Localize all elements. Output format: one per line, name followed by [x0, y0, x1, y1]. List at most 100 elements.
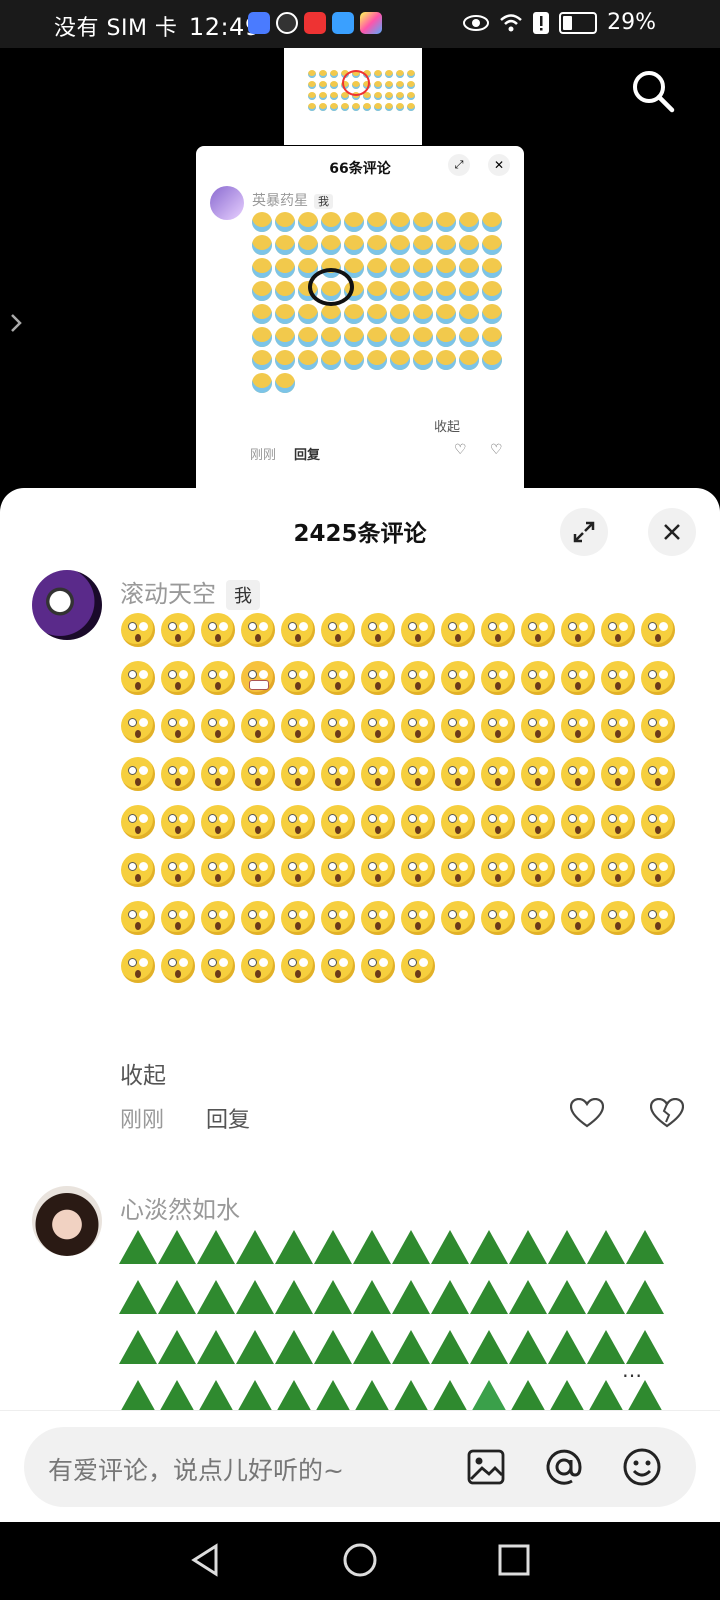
popup-emoji-grid [250, 210, 512, 394]
mention-button[interactable] [542, 1445, 586, 1489]
emoji [366, 257, 387, 278]
emoji [481, 280, 502, 301]
reply-button[interactable]: 回复 [206, 1102, 250, 1134]
emoji [235, 1280, 274, 1314]
back-icon[interactable] [188, 1542, 224, 1578]
emoji [430, 1230, 469, 1264]
emoji [329, 102, 338, 111]
emoji [321, 757, 355, 791]
emoji [307, 80, 316, 89]
emoji [547, 1330, 586, 1364]
comment-username[interactable]: 滚动天空 [120, 580, 216, 608]
music-app-icon [248, 12, 270, 34]
emoji [389, 303, 410, 324]
emoji [297, 303, 318, 324]
emoji [601, 757, 635, 791]
emoji [321, 661, 355, 695]
emoji [161, 661, 195, 695]
emoji [395, 91, 404, 100]
avatar[interactable] [32, 1186, 102, 1256]
emoji [561, 613, 595, 647]
emoji [241, 853, 275, 887]
emoji [508, 1230, 547, 1264]
video-thumbnail-card [284, 48, 422, 145]
comment-username[interactable]: 心淡然如水 [120, 1196, 240, 1224]
at-icon [546, 1449, 582, 1485]
emoji [118, 1330, 157, 1364]
search-icon[interactable] [630, 68, 676, 114]
like-icon[interactable] [570, 1098, 604, 1128]
emoji [157, 1280, 196, 1314]
emoji [251, 280, 272, 301]
popup-time: 刚刚 [250, 448, 277, 463]
emoji [196, 1380, 235, 1412]
emoji [601, 613, 635, 647]
emoji [274, 1230, 313, 1264]
emoji-button[interactable] [620, 1445, 664, 1489]
avatar[interactable] [32, 570, 102, 640]
emoji [251, 303, 272, 324]
emoji [297, 326, 318, 347]
image-button[interactable] [464, 1445, 508, 1489]
emoji [241, 613, 275, 647]
emoji [274, 349, 295, 370]
emoji [361, 613, 395, 647]
emoji [586, 1230, 625, 1264]
emoji [412, 257, 433, 278]
emoji [430, 1280, 469, 1314]
emoji [458, 303, 479, 324]
emoji [395, 80, 404, 89]
popup-reply: 回复 [294, 448, 321, 463]
video-area[interactable]: 66条评论 ⤢ ✕ 英暴药星我 收起 刚刚 回复 ♡ ♡ [0, 48, 720, 488]
dislike-icon[interactable] [650, 1098, 684, 1128]
emoji [401, 757, 435, 791]
emoji [430, 1380, 469, 1412]
popup-username: 英暴药星我 [252, 190, 333, 210]
emoji [521, 901, 555, 935]
emoji [435, 326, 456, 347]
emoji [547, 1230, 586, 1264]
recents-icon[interactable] [496, 1542, 532, 1578]
comment-item: 心淡然如水 … [32, 1186, 692, 1412]
home-icon[interactable] [342, 1542, 378, 1578]
popup-expand-icon: ⤢ [448, 154, 470, 176]
emoji [281, 661, 315, 695]
emoji [401, 901, 435, 935]
emoji [320, 234, 341, 255]
emoji [352, 1280, 391, 1314]
emoji [201, 853, 235, 887]
popup-avatar [210, 186, 244, 220]
emoji [412, 349, 433, 370]
emoji [235, 1330, 274, 1364]
emoji [201, 613, 235, 647]
emoji [561, 901, 595, 935]
comment-input[interactable]: 有爱评论，说点儿好听的~ [24, 1427, 696, 1507]
emoji [430, 1330, 469, 1364]
emoji [401, 661, 435, 695]
emoji [361, 853, 395, 887]
emoji [121, 661, 155, 695]
emoji [561, 661, 595, 695]
emoji [441, 853, 475, 887]
emoji [481, 234, 502, 255]
close-button[interactable] [648, 508, 696, 556]
carrier-text: 没有 SIM 卡 [54, 16, 178, 41]
emoji [307, 91, 316, 100]
emoji [362, 102, 371, 111]
emoji [318, 69, 327, 78]
comment-item: 滚动天空我 收起 刚刚 回复 [32, 570, 692, 1133]
emoji [469, 1280, 508, 1314]
emoji [458, 326, 479, 347]
emoji [641, 805, 675, 839]
emoji [235, 1380, 274, 1412]
emoji [435, 280, 456, 301]
emoji [441, 661, 475, 695]
expand-button[interactable] [560, 508, 608, 556]
collapse-button[interactable]: 收起 [120, 1056, 166, 1090]
emoji [343, 234, 364, 255]
emoji [384, 69, 393, 78]
emoji [406, 69, 415, 78]
emoji [366, 234, 387, 255]
chevron-right-icon[interactable] [8, 312, 24, 334]
ellipsis: … [622, 1358, 642, 1382]
